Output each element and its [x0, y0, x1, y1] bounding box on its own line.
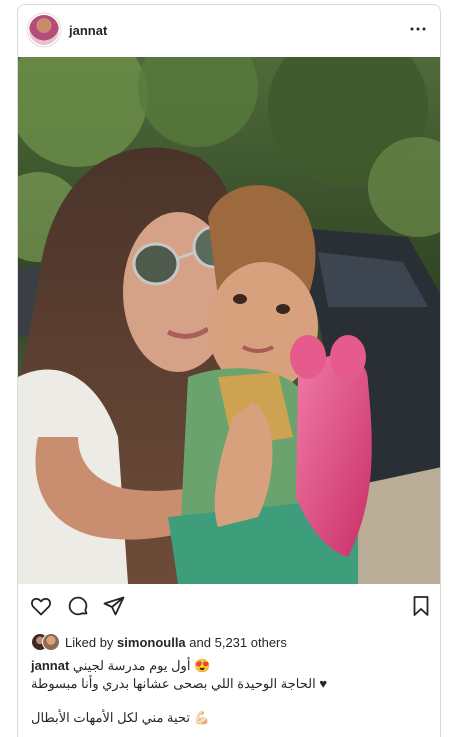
caption-line-2: الحاجة الوحيدة اللي بصحى عشانها بدري وأن… [31, 675, 431, 692]
caption-username[interactable]: jannat [31, 658, 69, 673]
send-icon[interactable] [102, 594, 126, 618]
action-bar [18, 584, 440, 628]
bookmark-icon[interactable] [409, 594, 433, 618]
caption-line-1: jannat أول يوم مدرسة لجيني 😍 [31, 657, 431, 674]
more-horizontal-icon[interactable] [406, 17, 430, 41]
post-header: jannat [18, 5, 440, 57]
post-photo[interactable] [18, 57, 440, 584]
user-avatar[interactable] [29, 15, 59, 45]
likes-row: Liked by simonoulla and 5,231 others [31, 632, 287, 652]
liker-avatar[interactable] [42, 633, 60, 651]
post-image-illustration [18, 57, 440, 584]
caption-text-1: أول يوم مدرسة لجيني 😍 [72, 658, 211, 673]
instagram-post-card: jannat Liked by simonoulla and 5,231 oth… [17, 4, 441, 737]
post-username[interactable]: jannat [69, 23, 107, 38]
caption-text-3: تحية مني لكل الأمهات الأبطال 💪🏻 [31, 710, 210, 725]
likes-prefix: Liked by [65, 634, 114, 650]
heart-icon[interactable] [29, 594, 53, 618]
liked-by-username[interactable]: simonoulla [117, 635, 186, 650]
caption-text-2: الحاجة الوحيدة اللي بصحى عشانها بدري وأن… [31, 676, 328, 691]
likes-text: Liked by simonoulla and 5,231 others [65, 635, 287, 650]
caption-line-3: تحية مني لكل الأمهات الأبطال 💪🏻 [31, 709, 431, 726]
comment-icon[interactable] [66, 594, 90, 618]
likes-others-link[interactable]: and 5,231 others [189, 635, 287, 650]
